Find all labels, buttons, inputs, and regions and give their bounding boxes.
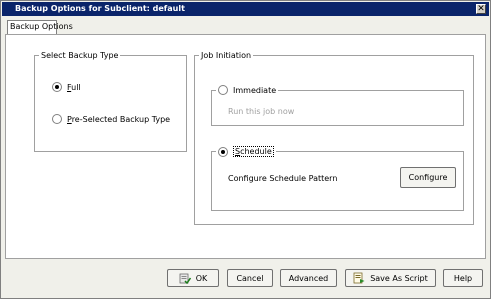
radio-immediate[interactable]: Immediate <box>218 85 276 95</box>
ok-button[interactable]: OK <box>167 269 219 287</box>
radio-full-label-rest: ull <box>71 82 81 92</box>
backup-type-group: Select Backup Type Full Pre-Selected Bac… <box>34 51 187 152</box>
cancel-button[interactable]: Cancel <box>227 269 273 287</box>
job-initiation-legend: Job Initiation <box>201 51 252 60</box>
script-icon <box>353 272 365 284</box>
backup-options-dialog: Backup Options for Subclient: default ✕ … <box>0 0 491 299</box>
radio-full[interactable]: Full <box>52 82 81 92</box>
radio-preselected-label: Pre-Selected Backup Type <box>67 115 170 124</box>
save-as-script-button-label: Save As Script <box>370 273 428 283</box>
radio-schedule-label-rest: chedule <box>240 147 272 156</box>
immediate-legend[interactable]: Immediate <box>216 85 278 95</box>
dialog-title: Backup Options for Subclient: default <box>15 4 185 13</box>
configure-button[interactable]: Configure <box>400 167 456 188</box>
immediate-group: Immediate Run this job now <box>211 85 464 126</box>
configure-button-label: Configure <box>408 173 448 182</box>
schedule-group: Schedule Configure Schedule Pattern Conf… <box>211 146 464 211</box>
schedule-legend[interactable]: Schedule <box>216 146 276 157</box>
title-bar[interactable]: Backup Options for Subclient: default ✕ <box>2 2 489 16</box>
radio-preselected-label-rest: re-Selected Backup Type <box>71 114 171 124</box>
radio-schedule[interactable]: Schedule <box>218 146 274 157</box>
close-button[interactable]: ✕ <box>476 4 486 14</box>
radio-full-indicator[interactable] <box>52 82 62 92</box>
ok-icon <box>179 273 191 284</box>
tab-backup-options[interactable]: Backup Options <box>7 20 73 34</box>
backup-options-panel: Select Backup Type Full Pre-Selected Bac… <box>5 34 486 259</box>
advanced-button[interactable]: Advanced <box>280 269 337 287</box>
help-button[interactable]: Help <box>443 269 483 287</box>
radio-preselected[interactable]: Pre-Selected Backup Type <box>52 114 170 124</box>
backup-type-legend: Select Backup Type <box>41 51 119 60</box>
immediate-description: Run this job now <box>228 107 295 116</box>
radio-schedule-indicator[interactable] <box>218 146 228 157</box>
help-button-label: Help <box>453 273 473 283</box>
schedule-pattern-label: Configure Schedule Pattern <box>228 174 338 183</box>
radio-immediate-label: Immediate <box>233 85 277 95</box>
tab-label: Backup Options <box>10 22 73 31</box>
cancel-button-label: Cancel <box>236 273 264 283</box>
save-as-script-button[interactable]: Save As Script <box>345 269 436 287</box>
radio-preselected-indicator[interactable] <box>52 114 62 124</box>
radio-immediate-indicator[interactable] <box>218 85 228 95</box>
ok-button-label: OK <box>195 273 208 283</box>
radio-full-label: Full <box>67 83 81 92</box>
job-initiation-group: Job Initiation Immediate Run this job no… <box>194 51 474 225</box>
radio-schedule-label: Schedule <box>233 146 274 157</box>
advanced-button-label: Advanced <box>288 273 329 283</box>
